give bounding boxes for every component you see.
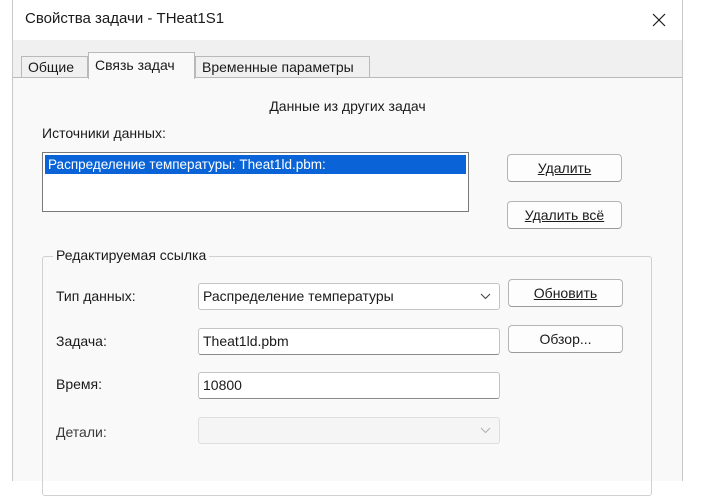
delete-button-label: Удалить [537, 160, 592, 176]
chevron-down-icon [480, 427, 491, 434]
close-icon [652, 13, 666, 27]
data-type-value: Распределение температуры [203, 288, 394, 304]
delete-button[interactable]: Удалить [507, 154, 622, 182]
sources-label: Источники данных: [42, 125, 166, 141]
window-title: Свойства задачи - THeat1S1 [25, 10, 225, 27]
list-item[interactable]: Распределение температуры: Theat1ld.pbm: [45, 155, 466, 174]
group-title: Редактируемая ссылка [53, 247, 210, 263]
refresh-button[interactable]: Обновить [508, 279, 623, 307]
task-input[interactable]: Theat1ld.pbm [198, 328, 500, 355]
details-select [198, 417, 500, 444]
close-button[interactable] [636, 0, 682, 40]
data-sources-list[interactable]: Распределение температуры: Theat1ld.pbm: [42, 152, 469, 212]
browse-button[interactable]: Обзор... [508, 325, 623, 353]
chevron-down-icon [480, 293, 491, 300]
details-label: Детали: [56, 424, 107, 440]
browse-button-label: Обзор... [539, 331, 592, 347]
tab-panel-task-link: Данные из других задач Источники данных:… [13, 77, 682, 496]
refresh-button-label: Обновить [533, 285, 598, 301]
data-type-select[interactable]: Распределение температуры [198, 283, 500, 310]
delete-all-button-label: Удалить всё [524, 207, 605, 223]
task-properties-dialog: Свойства задачи - THeat1S1 Общие Связь з… [12, 0, 683, 496]
tab-general[interactable]: Общие [21, 56, 88, 78]
task-label: Задача: [56, 333, 107, 349]
time-input[interactable]: 10800 [198, 372, 500, 399]
tab-time-parameters[interactable]: Временные параметры [195, 56, 370, 78]
tab-strip: Общие Связь задач Временные параметры [13, 52, 682, 79]
section-heading: Данные из других задач [269, 98, 426, 114]
delete-all-button[interactable]: Удалить всё [507, 201, 622, 229]
time-label: Время: [56, 376, 103, 392]
tab-task-link[interactable]: Связь задач [88, 52, 195, 79]
data-type-label: Тип данных: [56, 288, 136, 304]
edited-link-group: Редактируемая ссылка Тип данных: Распред… [42, 247, 652, 496]
title-bar: Свойства задачи - THeat1S1 [13, 0, 682, 40]
